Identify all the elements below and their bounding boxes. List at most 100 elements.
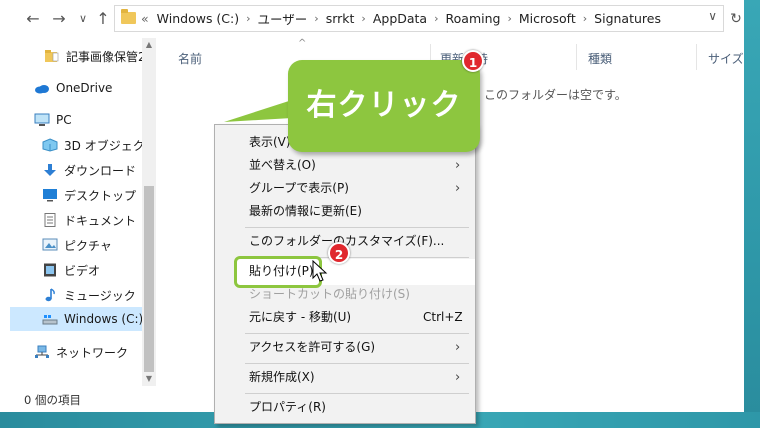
column-header-size[interactable]: サイズ xyxy=(708,50,744,67)
crumb-windows-c[interactable]: Windows (C:) xyxy=(157,11,239,26)
sidebar-item-windows-c[interactable]: Windows (C:) xyxy=(10,307,142,331)
folder-icon xyxy=(121,9,136,24)
chevron-right-icon[interactable]: › xyxy=(246,12,250,25)
menu-item-label: 表示(V) xyxy=(249,135,291,149)
cube-icon xyxy=(42,138,58,152)
download-icon xyxy=(42,163,58,177)
sidebar-item-label: Windows (C:) xyxy=(64,312,142,326)
step-badge-1: 1 xyxy=(462,50,484,72)
chevron-right-icon: › xyxy=(455,158,461,173)
sidebar-item-desktop[interactable]: デスクトップ xyxy=(0,183,142,207)
sidebar-item-3d-objects[interactable]: 3D オブジェクト xyxy=(0,133,142,157)
chevron-right-icon[interactable]: › xyxy=(507,12,511,25)
sidebar-item-label: PC xyxy=(56,113,72,127)
recent-locations-icon[interactable]: ∨ xyxy=(72,8,94,30)
chevron-right-icon[interactable]: › xyxy=(434,12,438,25)
sidebar-item-videos[interactable]: ビデオ xyxy=(0,258,142,282)
pc-icon xyxy=(34,113,50,127)
crumb-roaming[interactable]: Roaming xyxy=(446,11,501,26)
chevron-down-icon[interactable]: ∨ xyxy=(708,9,717,23)
sidebar-item-label: 記事画像保管2 xyxy=(66,49,142,64)
up-arrow-icon[interactable]: ↑ xyxy=(92,8,114,30)
menu-item-properties[interactable]: プロパティ(R) xyxy=(215,396,475,419)
menu-item-label: 元に戻す - 移動(U) xyxy=(249,310,352,324)
chevron-right-icon[interactable]: › xyxy=(314,12,318,25)
column-divider[interactable] xyxy=(696,44,697,70)
scrollbar-thumb[interactable] xyxy=(144,186,154,372)
chevron-right-icon: › xyxy=(455,340,461,355)
folder-icon xyxy=(44,49,60,63)
chevron-right-icon[interactable]: › xyxy=(361,12,365,25)
menu-item-group-by[interactable]: グループで表示(P) › xyxy=(215,177,475,200)
sidebar-item-label: ミュージック xyxy=(64,288,136,303)
crumb-signatures[interactable]: Signatures xyxy=(594,11,661,26)
column-header-type[interactable]: 種類 xyxy=(588,50,612,67)
sidebar-item-label: ダウンロード xyxy=(64,163,137,178)
menu-item-new[interactable]: 新規作成(X) › xyxy=(215,366,475,389)
sidebar-item-documents[interactable]: ドキュメント xyxy=(0,208,142,232)
menu-separator xyxy=(245,363,469,364)
menu-item-refresh[interactable]: 最新の情報に更新(E) xyxy=(215,200,475,223)
desktop-background xyxy=(744,0,760,428)
cloud-icon xyxy=(34,81,50,95)
menu-item-label: 新規作成(X) xyxy=(249,370,315,384)
sidebar-item-onedrive[interactable]: OneDrive xyxy=(0,76,142,100)
crumb-srrkt[interactable]: srrkt xyxy=(326,11,355,26)
chevron-right-icon[interactable]: › xyxy=(583,12,587,25)
menu-item-label: プロパティ(R) xyxy=(249,400,326,414)
menu-item-give-access[interactable]: アクセスを許可する(G) › xyxy=(215,336,475,359)
column-header-name[interactable]: 名前 xyxy=(178,50,202,67)
menu-item-shortcut: Ctrl+Z xyxy=(423,310,463,324)
crumb-microsoft[interactable]: Microsoft xyxy=(519,11,576,26)
menu-item-label: ショートカットの貼り付け(S) xyxy=(249,287,410,301)
menu-item-sort[interactable]: 並べ替え(O) › xyxy=(215,154,475,177)
sidebar-item-label: ピクチャ xyxy=(64,238,112,253)
chevron-right-icon: › xyxy=(455,181,461,196)
sidebar-item-label: ビデオ xyxy=(64,263,101,278)
crumb-users[interactable]: ユーザー xyxy=(258,9,308,28)
item-count: 0 個の項目 xyxy=(24,393,81,407)
desktop-icon xyxy=(42,188,58,202)
scroll-down-icon[interactable]: ▼ xyxy=(142,372,156,386)
refresh-icon[interactable]: ↻ xyxy=(728,8,744,30)
callout-text: 右クリック xyxy=(306,88,462,123)
breadcrumb: « Windows (C:) › ユーザー › srrkt › AppData … xyxy=(141,6,661,31)
menu-item-label: アクセスを許可する(G) xyxy=(249,340,376,354)
menu-separator xyxy=(245,393,469,394)
menu-item-label: グループで表示(P) xyxy=(249,181,349,195)
sort-caret-icon: ^ xyxy=(298,38,307,49)
sidebar-item-pictures[interactable]: ピクチャ xyxy=(0,233,142,257)
navigation-bar: ← → ∨ ↑ « Windows (C:) › ユーザー › srrkt › … xyxy=(0,0,744,38)
sidebar-item-downloads[interactable]: ダウンロード xyxy=(0,158,142,182)
back-arrow-icon[interactable]: ← xyxy=(22,8,44,30)
crumb-appdata[interactable]: AppData xyxy=(373,11,427,26)
chevron-right-icon: › xyxy=(455,370,461,385)
highlight-frame xyxy=(234,256,322,288)
overflow-chevron-icon[interactable]: « xyxy=(141,11,149,26)
menu-item-label: 最新の情報に更新(E) xyxy=(249,204,362,218)
sidebar-item-pc[interactable]: PC xyxy=(0,108,142,132)
network-icon xyxy=(34,345,50,359)
sidebar-item-label: デスクトップ xyxy=(64,188,137,203)
step-badge-2: 2 xyxy=(328,242,350,264)
sidebar-item-music[interactable]: ミュージック xyxy=(0,283,142,307)
forward-arrow-icon[interactable]: → xyxy=(48,8,70,30)
screenshot: ← → ∨ ↑ « Windows (C:) › ユーザー › srrkt › … xyxy=(0,0,760,428)
sidebar-item-network[interactable]: ネットワーク xyxy=(0,340,142,364)
column-divider[interactable] xyxy=(576,44,577,70)
scroll-up-icon[interactable]: ▲ xyxy=(142,38,156,52)
drive-icon xyxy=(42,312,58,326)
sidebar-item-label: ネットワーク xyxy=(56,345,129,360)
music-icon xyxy=(42,288,58,302)
address-bar[interactable]: « Windows (C:) › ユーザー › srrkt › AppData … xyxy=(114,5,724,32)
sidebar-item-folder[interactable]: 記事画像保管2 xyxy=(0,44,142,68)
menu-item-undo-move[interactable]: 元に戻す - 移動(U) Ctrl+Z xyxy=(215,306,475,329)
navigation-pane: 記事画像保管2 OneDrive PC 3D オブジェクト ダウンロード デスク… xyxy=(0,38,158,386)
sidebar-item-label: ドキュメント xyxy=(64,213,137,228)
document-icon xyxy=(42,213,58,227)
menu-separator xyxy=(245,227,469,228)
picture-icon xyxy=(42,238,58,252)
sidebar-item-label: 3D オブジェクト xyxy=(64,138,142,153)
menu-item-label: 並べ替え(O) xyxy=(249,158,316,172)
menu-separator xyxy=(245,333,469,334)
